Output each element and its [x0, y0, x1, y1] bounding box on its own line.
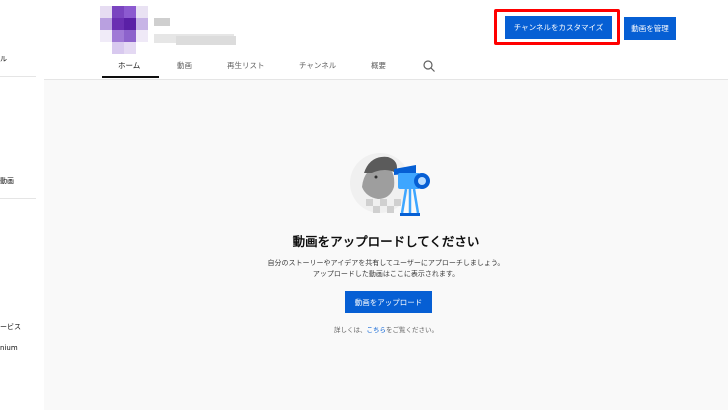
manage-videos-button[interactable]: 動画を管理: [624, 17, 676, 40]
avatar-pixel: [100, 18, 112, 30]
avatar-pixel: [112, 18, 124, 30]
help-prefix: 詳しくは、: [334, 326, 367, 334]
channel-avatar[interactable]: [100, 6, 148, 54]
avatar-pixel: [136, 18, 148, 30]
avatar-pixel: [112, 30, 124, 42]
channel-handle-blurred-2: [176, 36, 236, 45]
avatar-pixel: [124, 6, 136, 18]
tab-playlists[interactable]: 再生リスト: [227, 60, 265, 71]
channel-name-blurred: [154, 18, 170, 26]
help-link[interactable]: こちら: [367, 326, 387, 334]
empty-state: 動画をアップロードしてください 自分のストーリーやアイデアを共有してユーザーにア…: [44, 81, 728, 410]
empty-state-description-2: アップロードした動画はここに表示されます。: [312, 270, 460, 278]
avatar-pixel: [124, 42, 136, 54]
sidebar-item-label[interactable]: nium: [0, 344, 18, 352]
tab-home[interactable]: ホーム: [118, 60, 140, 71]
tab-about[interactable]: 概要: [371, 60, 386, 71]
search-icon[interactable]: [422, 59, 436, 73]
sidebar-divider: [0, 76, 36, 77]
avatar-pixel: [112, 42, 124, 54]
sidebar-divider: [0, 198, 36, 199]
empty-state-title: 動画をアップロードしてください: [292, 234, 480, 249]
channel-header: チャンネルをカスタマイズ 動画を管理 ホーム 動画 再生リスト チャンネル 概要: [44, 0, 728, 80]
empty-state-description: 自分のストーリーやアイデアを共有してユーザーにアプローチしましょう。: [267, 259, 505, 267]
avatar-pixel: [112, 6, 124, 18]
tab-videos[interactable]: 動画: [177, 60, 192, 71]
help-suffix: をご覧ください。: [386, 326, 438, 334]
tab-channels[interactable]: チャンネル: [299, 60, 336, 71]
avatar-pixel: [124, 18, 136, 30]
camera-operator-illustration: [350, 153, 430, 216]
sidebar-item-label[interactable]: ル: [0, 54, 7, 64]
sidebar: ル 動画 ービス nium: [0, 0, 44, 410]
upload-video-button[interactable]: 動画をアップロード: [345, 291, 432, 313]
avatar-pixel: [100, 30, 112, 42]
avatar-pixel: [136, 30, 148, 42]
avatar-pixel: [136, 42, 148, 54]
sidebar-item-label[interactable]: ービス: [0, 322, 21, 332]
avatar-pixel: [100, 42, 112, 54]
avatar-pixel: [136, 6, 148, 18]
avatar-pixel: [124, 30, 136, 42]
avatar-pixel: [100, 6, 112, 18]
sidebar-item-label[interactable]: 動画: [0, 176, 14, 186]
customize-channel-button[interactable]: チャンネルをカスタマイズ: [505, 16, 612, 39]
help-text: 詳しくは、こちらをご覧ください。: [44, 324, 728, 334]
active-tab-indicator: [102, 76, 159, 78]
